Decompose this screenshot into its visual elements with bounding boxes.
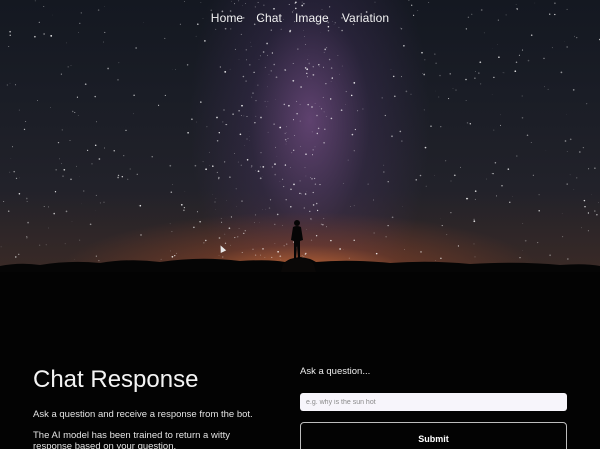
nav-link-image[interactable]: Image <box>295 11 329 25</box>
top-nav: Home Chat Image Variation <box>0 11 600 25</box>
question-input[interactable] <box>300 393 567 411</box>
description-text-2: The AI model has been trained to return … <box>33 430 230 449</box>
nav-link-home[interactable]: Home <box>211 11 243 25</box>
chat-section: Chat Response Ask a question and receive… <box>0 272 600 449</box>
description-text: Ask a question and receive a response fr… <box>33 409 253 420</box>
submit-button[interactable]: Submit <box>300 422 567 449</box>
horizon-silhouette <box>0 220 600 272</box>
person-silhouette <box>291 220 303 259</box>
question-form: Ask a question... Submit <box>300 366 567 449</box>
intro-panel: Chat Response Ask a question and receive… <box>33 366 283 449</box>
nav-link-chat[interactable]: Chat <box>256 11 282 25</box>
page: Home Chat Image Variation Chat Response … <box>0 0 600 449</box>
question-label: Ask a question... <box>300 366 371 377</box>
page-title: Chat Response <box>33 366 199 393</box>
nav-link-variation[interactable]: Variation <box>342 11 389 25</box>
hero-image: Home Chat Image Variation <box>0 0 600 272</box>
